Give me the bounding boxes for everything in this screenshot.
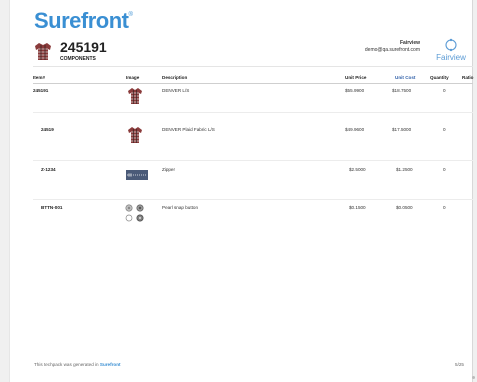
section-title: COMPONENTS xyxy=(60,56,96,62)
style-number: 245191 xyxy=(60,39,107,55)
user-company: Fairview xyxy=(399,40,420,46)
item-unit-price: $55.9900 xyxy=(345,88,365,93)
plaid-shirt-image xyxy=(128,127,142,143)
user-email: demo@qa.surefront.com xyxy=(364,47,420,53)
item-unit-cost: $17.5000 xyxy=(392,127,412,132)
item-number: 245191 xyxy=(33,88,49,93)
scroll-indicator xyxy=(472,376,475,379)
item-description: Pearl snap button xyxy=(162,205,199,210)
item-quantity: 0 xyxy=(443,127,446,132)
item-quantity: 0 xyxy=(443,88,446,93)
surefront-link[interactable]: Surefront xyxy=(100,362,121,367)
col-description: Description xyxy=(162,75,188,80)
zipper-image xyxy=(126,170,148,180)
col-quantity: Quantity xyxy=(430,75,449,80)
item-unit-cost: $1.2500 xyxy=(396,167,413,172)
fairview-logo: Fairview xyxy=(436,38,466,66)
row-divider xyxy=(33,112,473,113)
item-number: Z-1234 xyxy=(41,167,56,172)
item-description: Zipper xyxy=(162,167,176,172)
item-number: BTTN-001 xyxy=(41,205,63,210)
item-unit-cost: $18.7500 xyxy=(392,88,412,93)
item-unit-price: $0.1500 xyxy=(349,205,366,210)
item-quantity: 0 xyxy=(443,167,446,172)
row-divider xyxy=(33,160,473,161)
col-ratio: Ratio xyxy=(462,75,474,80)
item-number: 24519 xyxy=(41,127,54,132)
item-quantity: 0 xyxy=(443,205,446,210)
table-header: Item# Image Description Unit Price Unit … xyxy=(33,75,473,83)
footer-note: This techpack was generated in Surefront xyxy=(34,362,121,367)
col-unit-cost: Unit Cost xyxy=(395,75,416,80)
fairview-logo-text: Fairview xyxy=(436,53,466,62)
snap-buttons-image xyxy=(125,204,144,222)
item-unit-price: $2.5000 xyxy=(349,167,366,172)
plaid-shirt-thumbnail xyxy=(33,41,53,61)
techpack-page: Surefront® 245191 COMPONENTS Fairview de… xyxy=(9,0,473,382)
header-divider xyxy=(33,66,473,67)
item-description: DENVER Plaid Fabric L/S xyxy=(162,127,215,132)
plaid-shirt-image xyxy=(128,88,142,104)
item-description: DENVER L/S xyxy=(162,88,190,93)
surefront-logo: Surefront® xyxy=(34,8,133,33)
col-image: Image xyxy=(126,75,140,80)
row-divider xyxy=(33,199,473,200)
item-unit-price: $49.9600 xyxy=(345,127,365,132)
user-info: Fairview demo@qa.surefront.com xyxy=(365,40,420,54)
col-unit-price: Unit Price xyxy=(345,75,367,80)
col-item: Item# xyxy=(33,75,46,80)
page-number: 5/25 xyxy=(455,362,464,367)
item-unit-cost: $0.0500 xyxy=(396,205,413,210)
table-header-rule xyxy=(33,83,473,84)
fairview-logo-icon xyxy=(445,38,457,52)
